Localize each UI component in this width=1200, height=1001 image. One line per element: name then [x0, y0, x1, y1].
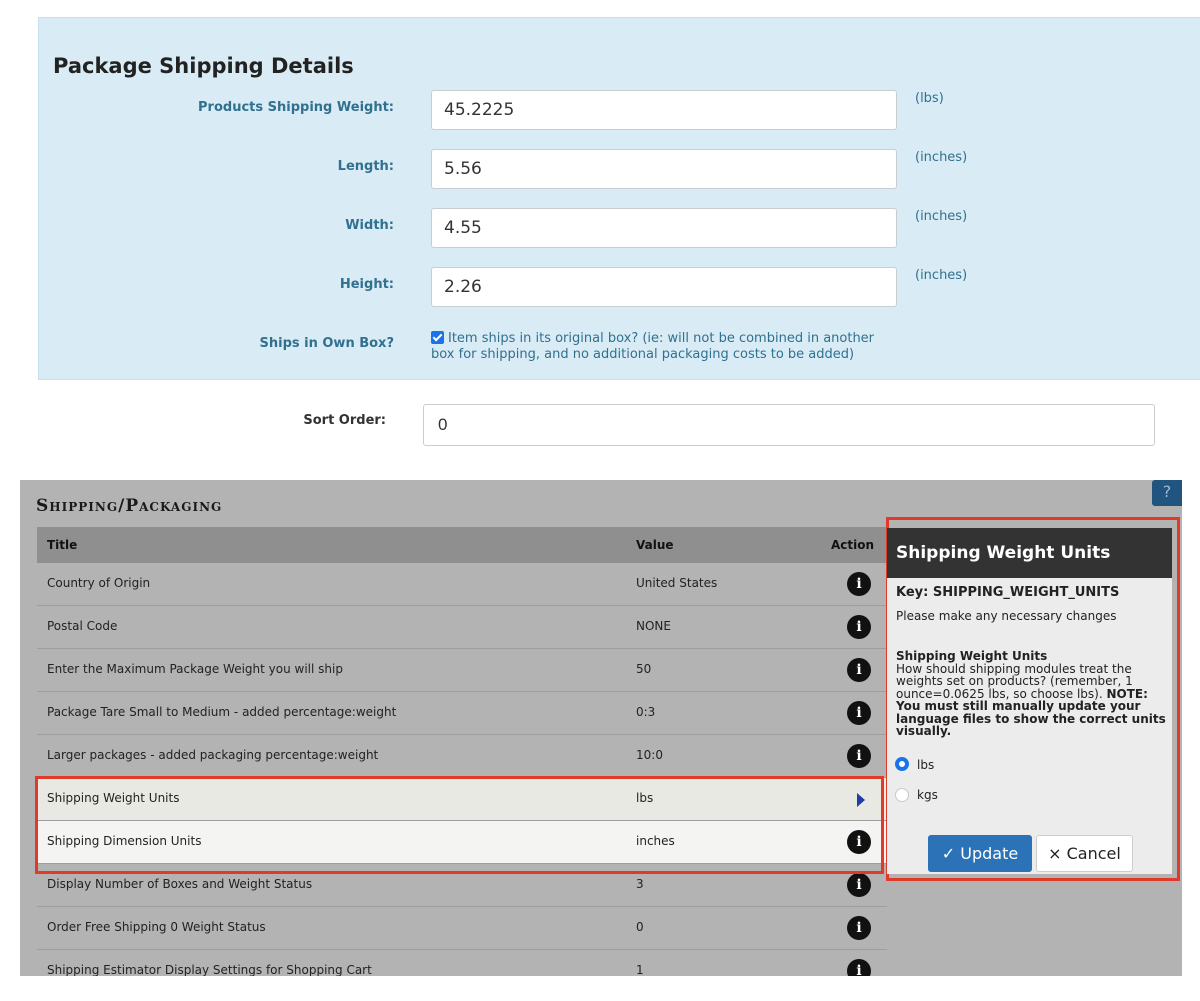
radio-lbs-label: lbs: [917, 758, 935, 772]
radio-kgs-label: kgs: [917, 788, 938, 802]
own-box-text: Item ships in its original box? (ie: wil…: [431, 331, 875, 362]
row-title: Country of Origin: [47, 576, 151, 590]
field-help: How should shipping modules treat the we…: [896, 661, 1133, 701]
width-input[interactable]: [431, 208, 897, 248]
edit-panel: Shipping Weight Units Key: SHIPPING_WEIG…: [887, 528, 1172, 874]
height-label: Height:: [339, 277, 394, 292]
row-value: 0:3: [636, 705, 656, 719]
height-input[interactable]: [431, 267, 897, 307]
edit-panel-heading: Shipping Weight Units: [887, 528, 1172, 578]
info-icon[interactable]: i: [847, 959, 871, 976]
table-row[interactable]: Shipping Estimator Display Settings for …: [37, 950, 887, 976]
table-row[interactable]: Postal Code NONE i: [37, 606, 887, 649]
edit-instructions: Please make any necessary changes: [896, 609, 1117, 623]
weight-unit: (lbs): [915, 91, 944, 106]
config-table: Title Value Action Country of Origin Uni…: [37, 527, 887, 976]
column-title: Title: [47, 538, 78, 552]
row-title: Shipping Estimator Display Settings for …: [47, 963, 372, 976]
row-title: Enter the Maximum Package Weight you wil…: [47, 662, 343, 676]
own-box-option: Item ships in its original box? (ie: wil…: [431, 331, 901, 363]
section-title: Shipping/Packaging: [36, 496, 223, 516]
row-title: Larger packages - added packaging percen…: [47, 748, 379, 762]
width-label: Width:: [345, 218, 394, 233]
table-row[interactable]: Larger packages - added packaging percen…: [37, 735, 887, 778]
table-row[interactable]: Package Tare Small to Medium - added per…: [37, 692, 887, 735]
info-icon[interactable]: i: [847, 916, 871, 940]
sort-order-label: Sort Order:: [303, 413, 386, 428]
highlight-rows-box: [35, 776, 884, 874]
package-shipping-panel: Package Shipping Details Products Shippi…: [38, 17, 1200, 380]
field-description: Shipping Weight Units How should shippin…: [896, 650, 1168, 738]
info-icon[interactable]: i: [847, 701, 871, 725]
table-header: Title Value Action: [37, 527, 887, 563]
cancel-button[interactable]: × Cancel: [1036, 835, 1133, 872]
config-key: Key: SHIPPING_WEIGHT_UNITS: [896, 585, 1120, 600]
info-icon[interactable]: i: [847, 658, 871, 682]
own-box-label: Ships in Own Box?: [259, 336, 395, 351]
row-value: 0: [636, 920, 644, 934]
row-title: Order Free Shipping 0 Weight Status: [47, 920, 266, 934]
info-icon[interactable]: i: [847, 873, 871, 897]
table-row[interactable]: Country of Origin United States i: [37, 563, 887, 606]
table-row[interactable]: Enter the Maximum Package Weight you wil…: [37, 649, 887, 692]
weight-input[interactable]: [431, 90, 897, 130]
row-value: 10:0: [636, 748, 663, 762]
sort-order-input[interactable]: [423, 404, 1155, 446]
row-value: 1: [636, 963, 644, 976]
update-button[interactable]: ✓ Update: [928, 835, 1032, 872]
radio-lbs[interactable]: [895, 757, 909, 771]
column-value: Value: [636, 538, 674, 552]
row-value: 3: [636, 877, 644, 891]
height-unit: (inches): [915, 268, 968, 283]
length-unit: (inches): [915, 150, 968, 165]
row-value: United States: [636, 576, 718, 590]
width-unit: (inches): [915, 209, 968, 224]
length-input[interactable]: [431, 149, 897, 189]
weight-label: Products Shipping Weight:: [198, 100, 394, 115]
info-icon[interactable]: i: [847, 572, 871, 596]
column-action: Action: [831, 538, 875, 552]
help-button[interactable]: ?: [1152, 480, 1182, 506]
row-title: Postal Code: [47, 619, 118, 633]
own-box-checkbox[interactable]: [431, 331, 444, 344]
info-icon[interactable]: i: [847, 744, 871, 768]
length-label: Length:: [337, 159, 394, 174]
row-value: NONE: [636, 619, 671, 633]
row-title: Display Number of Boxes and Weight Statu…: [47, 877, 313, 891]
info-icon[interactable]: i: [847, 615, 871, 639]
radio-kgs[interactable]: [895, 788, 909, 802]
package-shipping-title: Package Shipping Details: [53, 54, 354, 78]
row-title: Package Tare Small to Medium - added per…: [47, 705, 397, 719]
row-value: 50: [636, 662, 652, 676]
table-row[interactable]: Order Free Shipping 0 Weight Status 0 i: [37, 907, 887, 950]
